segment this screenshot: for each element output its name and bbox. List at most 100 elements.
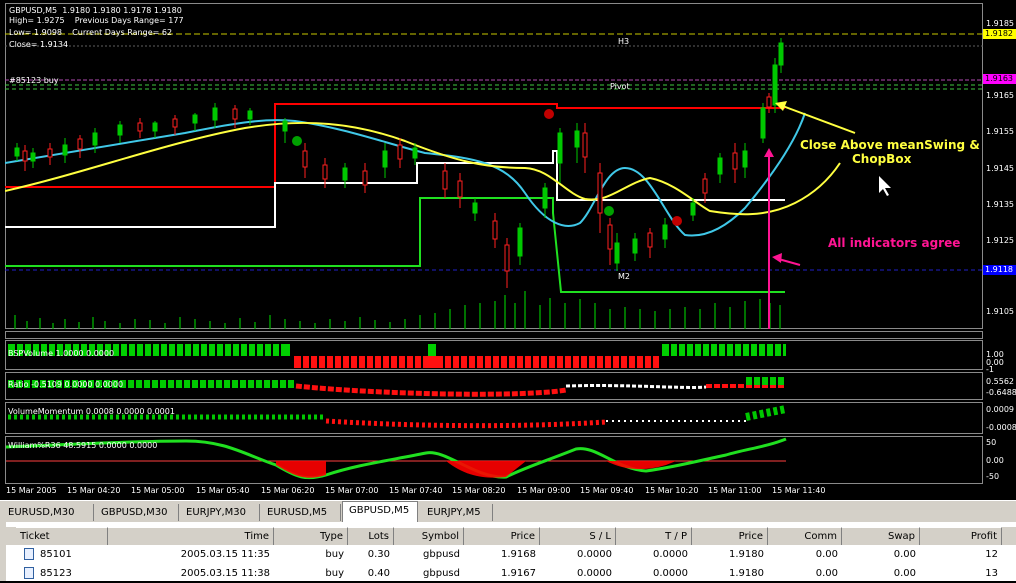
price-tick: 1.9185 [986, 19, 1014, 28]
table-row[interactable]: 85101 2005.03.15 11:35 buy 0.30 gbpusd 1… [0, 545, 1016, 564]
time-tick: 15 Mar 05:40 [196, 486, 250, 495]
h3-label: H3 [618, 37, 630, 46]
tab-eurusd-m5[interactable]: EURUSD,M5 [261, 504, 341, 521]
panel-separator [5, 331, 983, 339]
lots-cell: 0.40 [367, 568, 390, 579]
column-header[interactable]: Swap [842, 527, 920, 545]
time-tick: 15 Mar 05:00 [131, 486, 185, 495]
annotation-close-above-2: ChopBox [852, 152, 912, 166]
ratio-panel[interactable]: Ratio -0.5109 0.0000 0.0000 [5, 372, 983, 400]
cursor-arrow [879, 176, 891, 196]
m2-label: M2 [618, 272, 630, 281]
order-icon [24, 567, 34, 579]
symbol-cell: gbpusd [423, 568, 460, 579]
column-header[interactable]: Lots [348, 527, 394, 545]
ratio-svg [8, 377, 786, 397]
time-tick: 15 Mar 04:20 [67, 486, 121, 495]
tab-eurusd-m30[interactable]: EURUSD,M30 [2, 504, 94, 521]
high-range-text: High= 1.9275 Previous Days Range= 177 [9, 16, 184, 25]
column-header[interactable]: Price [692, 527, 768, 545]
time-tick: 15 Mar 06:20 [261, 486, 315, 495]
price-cell: 1.9168 [501, 549, 536, 560]
time-tick: 15 Mar 07:40 [389, 486, 443, 495]
annotation-close-above-1: Close Above meanSwing & [800, 138, 980, 152]
time-tick: 15 Mar 10:20 [645, 486, 699, 495]
column-header[interactable]: Symbol [394, 527, 464, 545]
ticket-cell: 85123 [40, 568, 72, 579]
annotation-vertical-head-top [764, 148, 774, 157]
time-tick: 15 Mar 11:00 [708, 486, 762, 495]
price-tick: 1.9135 [986, 200, 1014, 209]
price-cell: 1.9167 [501, 568, 536, 579]
price-tick: 1.9165 [986, 91, 1014, 100]
momentum-axis-tick: -0.0008 [986, 423, 1016, 432]
chopbox-white-line [5, 150, 785, 228]
column-header[interactable]: Time [108, 527, 274, 545]
ratio-axis-tick: 0.5562 [986, 377, 1014, 386]
column-header[interactable]: Ticket [16, 527, 108, 545]
sl-cell: 0.0000 [577, 549, 612, 560]
tp-cell: 0.0000 [653, 568, 688, 579]
bsp-green-right [662, 344, 786, 356]
bsp-volume-label: BSPVolume 1.0000 0.0000 [8, 349, 115, 358]
time-tick: 15 Mar 08:20 [452, 486, 506, 495]
williams-axis-tick: 0.00 [986, 456, 1004, 465]
comm-cell: 0.00 [815, 568, 838, 579]
ratio-label: Ratio -0.5109 0.0000 0.0000 [8, 380, 124, 389]
table-row[interactable]: 85123 2005.03.15 11:38 buy 0.40 gbpusd 1… [0, 564, 1016, 583]
williams-label: William%R36 48.5915 0.0000 0.0000 [8, 441, 158, 450]
chart-tabs-bar: EURUSD,M30 GBPUSD,M30 EURJPY,M30 EURUSD,… [0, 500, 1016, 523]
column-header[interactable]: Profit [920, 527, 1002, 545]
profit-cell: 12 [985, 549, 998, 560]
price-tick: 1.9125 [986, 236, 1014, 245]
symbol-header: GBPUSD,M5 1.9180 1.9180 1.9178 1.9180 [9, 6, 182, 15]
time-tick: 15 Mar 07:00 [325, 486, 379, 495]
symbol-cell: gbpusd [423, 549, 460, 560]
annotation-arrowhead-magenta [772, 253, 782, 263]
order-label: #85123 buy [9, 76, 59, 85]
price-tick: 1.9145 [986, 164, 1014, 173]
bsp-volume-panel[interactable]: BSPVolume 1.0000 0.0000 [5, 340, 983, 370]
trade-table-header: Ticket Time Type Lots Symbol Price S / L… [0, 527, 1016, 545]
tab-gbpusd-m30[interactable]: GBPUSD,M30 [95, 504, 179, 521]
terminal-panel: Ticket Time Type Lots Symbol Price S / L… [0, 522, 1016, 581]
sl-cell: 0.0000 [577, 568, 612, 579]
tp-cell: 0.0000 [653, 549, 688, 560]
bsp-green-small [428, 344, 436, 356]
type-cell: buy [325, 568, 344, 579]
tab-eurjpy-m30[interactable]: EURJPY,M30 [180, 504, 260, 521]
column-header[interactable]: T / P [616, 527, 692, 545]
price-panel[interactable]: GBPUSD,M5 1.9180 1.9180 1.9178 1.9180 Hi… [5, 3, 983, 329]
column-header[interactable]: Type [274, 527, 348, 545]
type-cell: buy [325, 549, 344, 560]
time-cell: 2005.03.15 11:35 [180, 549, 270, 560]
candles [14, 38, 784, 288]
tab-eurjpy-m5[interactable]: EURJPY,M5 [421, 504, 493, 521]
comm-cell: 0.00 [815, 549, 838, 560]
column-header[interactable]: Comm [768, 527, 842, 545]
tab-gbpusd-m5[interactable]: GBPUSD,M5 [342, 501, 418, 523]
terminal-side-handle[interactable] [0, 522, 6, 581]
profit-cell: 13 [985, 568, 998, 579]
price-chart-svg [5, 33, 983, 329]
column-header[interactable]: Price [464, 527, 540, 545]
price-tick: 1.9105 [986, 307, 1014, 316]
williams-r-panel[interactable]: William%R36 48.5915 0.0000 0.0000 [5, 436, 983, 484]
momentum-axis-tick: 0.0009 [986, 405, 1014, 414]
chart-window[interactable]: GBPUSD,M5 1.9180 1.9180 1.9178 1.9180 Hi… [0, 0, 1016, 500]
price-tick: 1.9155 [986, 127, 1014, 136]
pivot-label: Pivot [610, 82, 630, 91]
bsp-volume-svg [8, 341, 786, 369]
time-tick: 15 Mar 09:40 [580, 486, 634, 495]
time-tick: 15 Mar 2005 [6, 486, 57, 495]
close-text: Close= 1.9134 [9, 40, 69, 49]
momentum-label: VolumeMomentum 0.0008 0.0000 0.0001 [8, 407, 175, 416]
bid-price-tag: 1.9182 [983, 29, 1016, 39]
volume-momentum-panel[interactable]: VolumeMomentum 0.0008 0.0000 0.0001 [5, 402, 983, 434]
time-cell: 2005.03.15 11:38 [180, 568, 270, 579]
column-header[interactable]: S / L [540, 527, 616, 545]
order-icon [24, 548, 34, 560]
ratio-axis-tick: -0.6488 [986, 388, 1016, 397]
low-range-text: Low= 1.9098 Current Days Range= 62 [9, 28, 173, 37]
williams-axis-tick: 50 [986, 438, 997, 447]
